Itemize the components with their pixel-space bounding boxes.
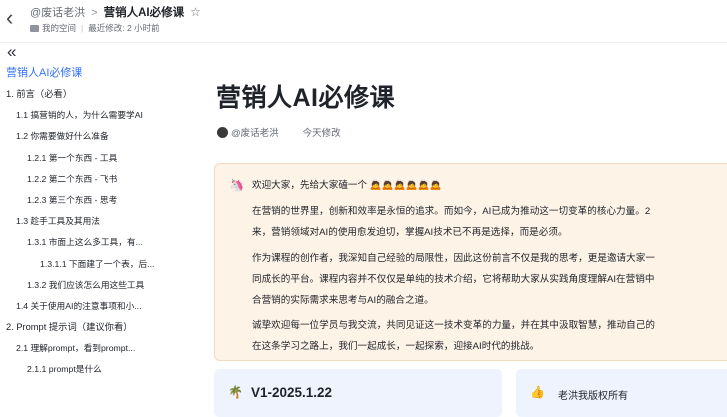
folder-icon [30, 25, 39, 32]
back-icon[interactable]: ‹ [6, 7, 13, 29]
toc-item[interactable]: 1.2.1 第一个东西 - 工具 [0, 148, 170, 169]
callout-line: 在这条学习之路上，我们一起成长，一起探索，迎接AI时代的挑战。 [252, 341, 540, 352]
toc-item[interactable]: 2.1 理解prompt，看到prompt... [0, 338, 170, 359]
tree-icon: 🌴 [228, 385, 243, 399]
callout-line: 来，营销领域对AI的使用愈发迫切，掌握AI技术已不再是选择，而是必须。 [252, 227, 568, 238]
toc-item[interactable]: 1. 前言（必看） [0, 84, 170, 105]
author-row: @废话老洪 今天修改 [217, 125, 341, 139]
toc-item[interactable]: 1.2.2 第二个东西 - 飞书 [0, 169, 170, 190]
toc-item[interactable]: 1.4 关于使用AI的注意事项和小... [0, 296, 170, 317]
toc-item[interactable]: 1.2 你需要做好什么准备 [0, 126, 170, 147]
toc-item[interactable]: 1.3.1 市面上这么多工具，有... [0, 232, 170, 253]
callout-line: 同成长的平台。课程内容并不仅仅是单纯的技术介绍，它将帮助大家从实践角度理解AI在… [252, 274, 655, 285]
toc-item[interactable]: 2. Prompt 提示词（建议你看） [0, 317, 170, 338]
toc-item[interactable]: 1.3.2 我们应该怎么用这些工具 [0, 275, 170, 296]
intro-callout: 🦄 欢迎大家，先给大家磕一个 🙇🙇🙇🙇🙇🙇 在营销的世界里，创新和效率是永恒的追… [214, 163, 727, 361]
thumbs-up-icon: 👍 [530, 385, 545, 399]
modified-time: 今天修改 [302, 128, 341, 139]
callout-line: 在营销的世界里，创新和效率是永恒的追求。而如今，AI已成为推动这一切变革的核心力… [252, 206, 651, 217]
callout-line: 合营销的实际需求来思考与AI的融合之道。 [252, 295, 434, 306]
version-card: 🌴 V1-2025.1.22 [214, 369, 502, 417]
version-text: V1-2025.1.22 [251, 385, 333, 400]
meta-divider: | [81, 23, 84, 33]
toc-item[interactable]: 1.3.1.1 下面建了一个表，后... [0, 254, 170, 275]
space-link[interactable]: 我的空间 [42, 23, 76, 33]
table-of-contents: 1. 前言（必看） 1.1 搞营销的人，为什么需要学AI 1.2 你需要做好什么… [0, 84, 170, 381]
toc-item[interactable]: 1.2.3 第三个东西 - 思考 [0, 190, 170, 211]
doc-meta: 我的空间 | 最近修改: 2 小时前 [30, 22, 160, 34]
toc-title[interactable]: 营销人AI必修课 [6, 64, 82, 80]
top-bar: ‹ @废话老洪 > 营销人AI必修课 ☆ 我的空间 | 最近修改: 2 小时前 [0, 0, 727, 43]
last-modified: 最近修改: 2 小时前 [88, 23, 160, 33]
toc-item[interactable]: 1.3 趁手工具及其用法 [0, 211, 170, 232]
copyright-text: 老洪我版权所有 [558, 391, 628, 402]
doc-author[interactable]: @废话老洪 [231, 128, 279, 139]
breadcrumb-doc-title[interactable]: 营销人AI必修课 [104, 7, 185, 19]
callout-emoji-icon: 🦄 [229, 178, 244, 192]
callout-line: 作为课程的创作者，我深知自己经验的局限性，因此这份前言不仅是我的思考，更是邀请大… [252, 253, 655, 264]
copyright-card: 👍 老洪我版权所有 [516, 369, 727, 417]
breadcrumb-author[interactable]: @废话老洪 [30, 7, 85, 19]
breadcrumb-separator: > [91, 7, 98, 19]
toc-item[interactable]: 2.1.1 prompt是什么 [0, 359, 170, 380]
collapse-sidebar-icon[interactable]: « [7, 42, 17, 62]
callout-line: 诚挚欢迎每一位学员与我交流，共同见证这一技术变革的力量，并在其中汲取智慧，推动自… [252, 320, 655, 331]
avatar[interactable] [217, 127, 228, 138]
breadcrumb: @废话老洪 > 营销人AI必修课 ☆ [30, 4, 201, 20]
star-icon[interactable]: ☆ [190, 5, 201, 19]
toc-item[interactable]: 1.1 搞营销的人，为什么需要学AI [0, 105, 170, 126]
page-title: 营销人AI必修课 [216, 84, 396, 112]
callout-line: 欢迎大家，先给大家磕一个 🙇🙇🙇🙇🙇🙇 [252, 180, 442, 191]
